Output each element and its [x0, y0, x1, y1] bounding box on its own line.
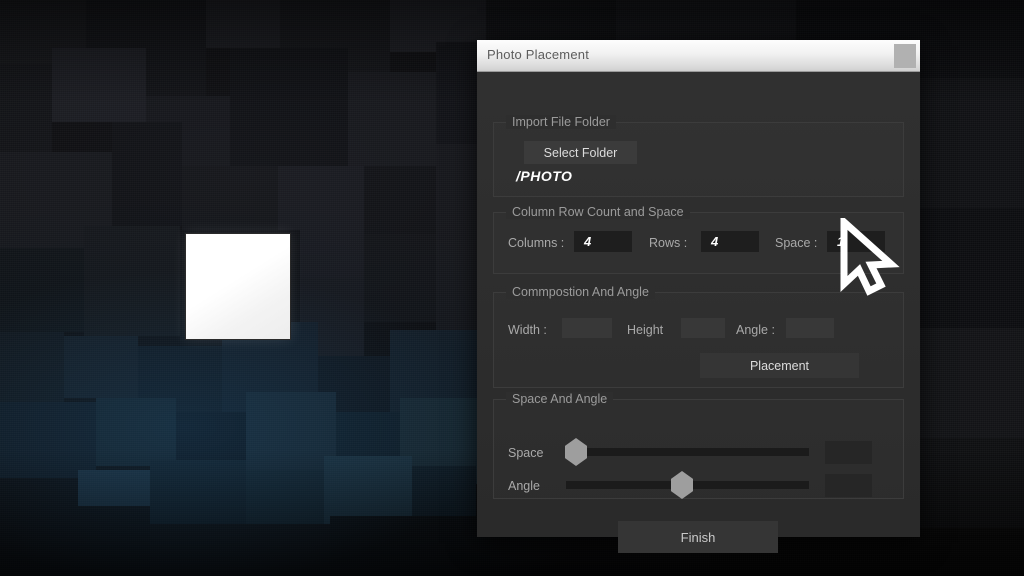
space-slider-track[interactable] [566, 448, 809, 456]
mosaic-block [96, 398, 176, 466]
mosaic-block [920, 208, 1024, 328]
angle-label: Angle : [736, 323, 775, 337]
space-slider-label: Space [508, 446, 544, 460]
mosaic-block [84, 226, 180, 336]
group-title-count: Column Row Count and Space [506, 205, 690, 219]
mosaic-block [52, 48, 146, 122]
space-slider-handle[interactable] [565, 438, 587, 466]
angle-slider-label: Angle [508, 479, 540, 493]
mosaic-block [920, 328, 1024, 438]
mosaic-block [150, 524, 330, 576]
dialog-title: Photo Placement [487, 47, 590, 62]
group-title-composition: Commpostion And Angle [506, 285, 655, 299]
mosaic-block [0, 332, 64, 402]
angle-slider-value[interactable] [825, 474, 872, 497]
height-label: Height [627, 323, 664, 337]
columns-input[interactable]: 4 [574, 231, 632, 252]
mosaic-block [920, 438, 1024, 528]
mosaic-block [206, 0, 280, 48]
group-composition-and-angle: Commpostion And Angle Width : Height Ang… [493, 285, 904, 388]
space-count-input[interactable]: 1 [827, 231, 885, 252]
space-slider-value[interactable] [825, 441, 872, 464]
mosaic-block [364, 166, 436, 234]
photo-placement-dialog: Photo Placement Import File Folder Selec… [477, 40, 920, 553]
mosaic-block [230, 48, 348, 166]
rows-label: Rows : [649, 236, 688, 250]
mosaic-block [486, 0, 616, 42]
height-input[interactable] [681, 318, 725, 338]
mosaic-block [112, 122, 182, 226]
mosaic-block [920, 78, 1024, 208]
mosaic-block [364, 234, 436, 322]
rows-input[interactable]: 4 [701, 231, 759, 252]
space-count-label: Space : [775, 236, 818, 250]
mosaic-block [0, 506, 150, 576]
select-folder-button[interactable]: Select Folder [524, 141, 637, 164]
columns-label: Columns : [508, 236, 565, 250]
group-title-import: Import File Folder [506, 115, 616, 129]
folder-path-value: /PHOTO [516, 168, 573, 184]
dialog-titlebar[interactable]: Photo Placement [477, 40, 920, 72]
width-label: Width : [508, 323, 547, 337]
angle-slider-handle[interactable] [671, 471, 693, 499]
group-import-file-folder: Import File Folder Select Folder /PHOTO [493, 115, 904, 197]
mosaic-block [0, 402, 96, 478]
group-space-and-angle: Space And Angle Space Angle [493, 392, 904, 499]
screen: Photo Placement Import File Folder Selec… [0, 0, 1024, 576]
mosaic-block [0, 248, 84, 332]
mosaic-block [150, 460, 246, 534]
dialog-body: Import File Folder Select Folder /PHOTO … [477, 72, 920, 553]
width-input[interactable] [562, 318, 612, 338]
angle-input[interactable] [786, 318, 834, 338]
finish-button[interactable]: Finish [618, 521, 778, 553]
mosaic-block [348, 72, 436, 166]
close-button[interactable] [894, 44, 916, 68]
mosaic-block [0, 64, 52, 152]
group-title-space-angle: Space And Angle [506, 392, 614, 406]
group-column-row-count: Column Row Count and Space Columns : 4 R… [493, 205, 904, 274]
mosaic-block [182, 166, 278, 230]
placement-button[interactable]: Placement [700, 353, 859, 378]
mosaic-block [64, 336, 138, 398]
photo-thumbnail[interactable] [185, 233, 291, 340]
mosaic-block [330, 516, 490, 576]
